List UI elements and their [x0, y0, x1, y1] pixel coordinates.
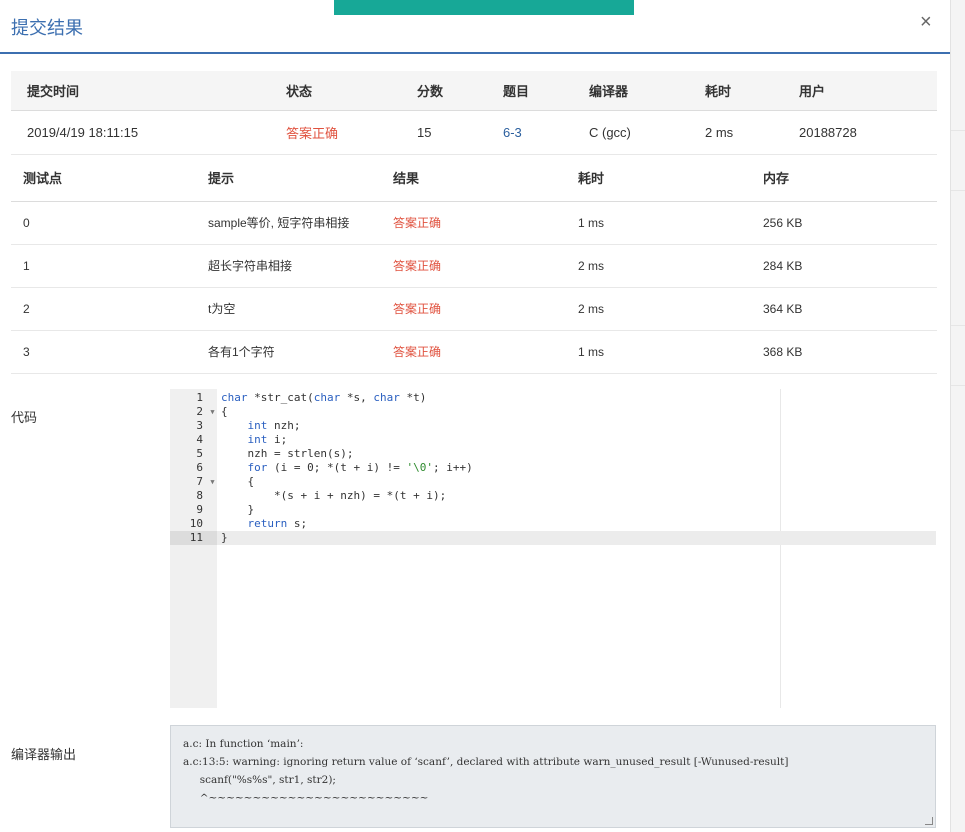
problem-link[interactable]: 6-3 — [488, 110, 574, 155]
test-result: 答案正确 — [381, 330, 566, 374]
test-id: 0 — [11, 201, 196, 245]
line-number: 11 — [170, 531, 217, 545]
modal-title: 提交结果 — [11, 18, 83, 38]
line-number: 5 — [196, 447, 203, 460]
code-text: int nzh; — [247, 419, 301, 432]
code-line: 2 ▼{ — [170, 405, 936, 419]
compiler-output-box[interactable]: a.c: In function ‘main’: a.c:13:5: warni… — [170, 725, 936, 828]
code-label: 代码 — [11, 410, 38, 425]
test-time: 2 ms — [566, 287, 751, 331]
test-id: 3 — [11, 330, 196, 374]
code-line: 1 char *str_cat(char *s, char *t) — [170, 391, 936, 405]
user-value: 20188728 — [784, 110, 937, 155]
test-cases-table: 测试点 提示 结果 耗时 内存 0 sample等价, 短字符串相接 答案正确 … — [11, 155, 937, 374]
col-compiler: 编译器 — [574, 71, 690, 111]
submission-summary-table: 提交时间 状态 分数 题目 编译器 耗时 用户 2019/4/19 18:11:… — [11, 71, 937, 155]
col-time: 耗时 — [566, 155, 751, 202]
summary-header-row: 提交时间 状态 分数 题目 编译器 耗时 用户 — [11, 71, 937, 111]
code-text: int i; — [247, 433, 288, 446]
table-row: 2 t为空 答案正确 2 ms 364 KB — [11, 287, 937, 331]
submit-time: 2019/4/19 18:11:15 — [11, 110, 271, 155]
code-text: { — [221, 475, 255, 488]
output-line: a.c: In function ‘main’: — [183, 738, 304, 750]
col-hint: 提示 — [196, 155, 381, 202]
background-page-strip — [950, 0, 965, 832]
line-number: 9 — [196, 503, 203, 516]
test-hint: sample等价, 短字符串相接 — [196, 201, 381, 245]
code-text: *(s + i + nzh) = *(t + i); — [221, 489, 447, 502]
code-text: return s; — [247, 517, 308, 530]
score-value: 15 — [402, 110, 488, 155]
test-id: 2 — [11, 287, 196, 331]
test-time: 1 ms — [566, 201, 751, 245]
output-line: ^~~~~~~~~~~~~~~~~~~~~~~~~~ — [183, 792, 429, 804]
line-number: 8 — [196, 489, 203, 502]
col-status: 状态 — [271, 71, 402, 111]
code-line: 4 int i; — [170, 433, 936, 447]
test-hint: t为空 — [196, 287, 381, 331]
code-text: } — [221, 503, 255, 516]
code-text: } — [221, 531, 228, 544]
col-user: 用户 — [784, 71, 937, 111]
code-line: 11} — [170, 531, 936, 545]
output-line: a.c:13:5: warning: ignoring return value… — [183, 756, 789, 768]
test-time: 2 ms — [566, 244, 751, 288]
code-editor[interactable]: 1 char *str_cat(char *s, char *t) 2 ▼{3 int… — [170, 389, 936, 708]
col-elapsed: 耗时 — [690, 71, 784, 111]
code-line: 6 for (i = 0; *(t + i) != '\0'; i++) — [170, 461, 936, 475]
test-result: 答案正确 — [381, 244, 566, 288]
code-text: { — [221, 405, 228, 418]
code-line: 9 } — [170, 503, 936, 517]
table-row: 3 各有1个字符 答案正确 1 ms 368 KB — [11, 330, 937, 374]
compiler-value: C (gcc) — [574, 110, 690, 155]
test-hint: 超长字符串相接 — [196, 244, 381, 288]
code-line: 5 nzh = strlen(s); — [170, 447, 936, 461]
code-line: 7 ▼ { — [170, 475, 936, 489]
code-text: char *str_cat(char *s, char *t) — [221, 391, 427, 404]
col-result: 结果 — [381, 155, 566, 202]
status-badge: 答案正确 — [271, 110, 402, 155]
test-id: 1 — [11, 244, 196, 288]
code-line: 10 return s; — [170, 517, 936, 531]
col-score: 分数 — [402, 71, 488, 111]
table-row: 1 超长字符串相接 答案正确 2 ms 284 KB — [11, 244, 937, 288]
col-test-id: 测试点 — [11, 155, 196, 202]
test-time: 1 ms — [566, 330, 751, 374]
code-text: nzh = strlen(s); — [247, 447, 354, 460]
elapsed-value: 2 ms — [690, 110, 784, 155]
fold-arrow-icon[interactable]: ▼ — [208, 405, 217, 419]
test-memory: 368 KB — [751, 330, 937, 374]
col-memory: 内存 — [751, 155, 937, 202]
output-line: scanf("%s%s", str1, str2); — [183, 774, 336, 786]
modal-header: 提交结果 × — [0, 0, 950, 54]
table-row: 0 sample等价, 短字符串相接 答案正确 1 ms 256 KB — [11, 201, 937, 245]
col-submit-time: 提交时间 — [11, 71, 271, 111]
test-result: 答案正确 — [381, 287, 566, 331]
test-hint: 各有1个字符 — [196, 330, 381, 374]
test-result: 答案正确 — [381, 201, 566, 245]
line-number: 10 — [189, 517, 203, 530]
line-number: 3 — [196, 419, 203, 432]
test-memory: 364 KB — [751, 287, 937, 331]
resize-handle-icon[interactable] — [925, 817, 933, 825]
compiler-output-label: 编译器输出 — [11, 747, 77, 762]
code-line: 8 *(s + i + nzh) = *(t + i); — [170, 489, 936, 503]
col-problem: 题目 — [488, 71, 574, 111]
fold-arrow-icon[interactable]: ▼ — [208, 475, 217, 489]
line-number: 1 — [196, 391, 203, 404]
tests-header-row: 测试点 提示 结果 耗时 内存 — [11, 155, 937, 202]
test-memory: 256 KB — [751, 201, 937, 245]
line-number: 4 — [196, 433, 203, 446]
line-number: 6 — [196, 461, 203, 474]
code-text: for (i = 0; *(t + i) != '\0'; i++) — [247, 461, 473, 474]
summary-row: 2019/4/19 18:11:15 答案正确 15 6-3 C (gcc) 2… — [11, 110, 937, 155]
test-memory: 284 KB — [751, 244, 937, 288]
code-line: 3 int nzh; — [170, 419, 936, 433]
close-icon[interactable]: × — [920, 12, 932, 32]
